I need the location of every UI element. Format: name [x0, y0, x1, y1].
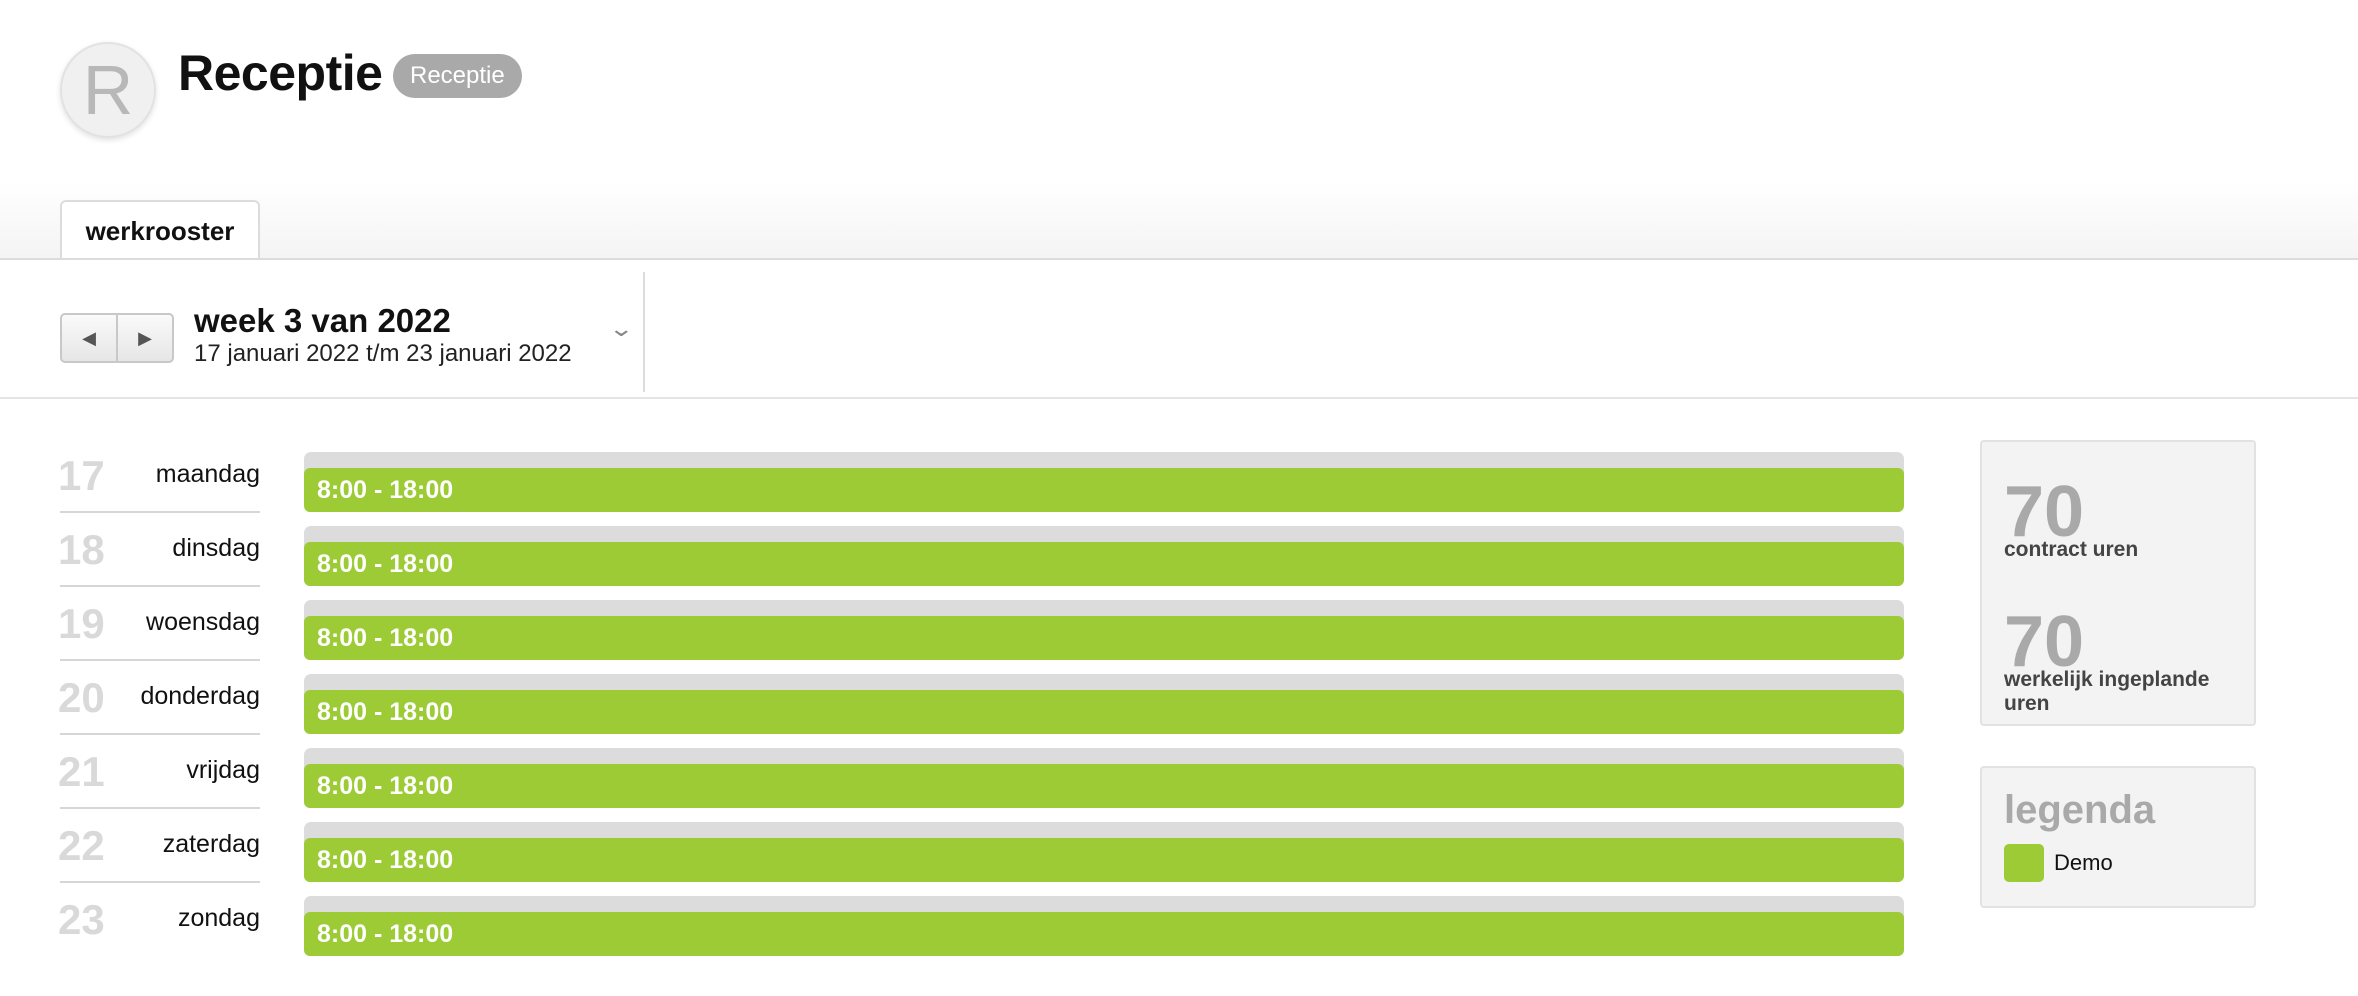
day-number: 19	[58, 600, 105, 647]
shift-bar[interactable]: 8:00 - 18:00	[304, 616, 1904, 660]
day-row: 23 zondag 8:00 - 18:00	[0, 896, 1920, 970]
day-row: 21 vrijdag 8:00 - 18:00	[0, 748, 1920, 822]
shift-bar[interactable]: 8:00 - 18:00	[304, 838, 1904, 882]
role-badge: Receptie	[393, 54, 522, 98]
contract-hours-label: contract uren	[2004, 538, 2139, 561]
day-number: 18	[58, 526, 105, 573]
row-divider	[60, 511, 260, 513]
shift-bar[interactable]: 8:00 - 18:00	[304, 542, 1904, 586]
day-name: vrijdag	[186, 756, 260, 784]
page-header: R Receptie Receptie werkrooster	[0, 0, 2358, 260]
row-divider	[60, 733, 260, 735]
day-row: 17 maandag 8:00 - 18:00	[0, 452, 1920, 526]
row-divider	[60, 585, 260, 587]
week-nav-buttons: ◀ ▶	[60, 313, 174, 363]
row-divider	[60, 807, 260, 809]
day-name: zaterdag	[162, 830, 260, 858]
chevron-down-icon[interactable]: ⌄	[608, 316, 634, 342]
planned-hours-label: werkelijk ingeplande uren	[2004, 668, 2210, 715]
day-name: maandag	[155, 460, 260, 488]
shift-bar[interactable]: 8:00 - 18:00	[304, 912, 1904, 956]
legend-label: Demo	[2054, 850, 2113, 875]
day-number: 20	[58, 674, 105, 721]
shift-bar[interactable]: 8:00 - 18:00	[304, 764, 1904, 808]
legend-swatch	[2004, 844, 2044, 882]
row-divider	[60, 659, 260, 661]
day-row: 20 donderdag 8:00 - 18:00	[0, 674, 1920, 748]
shift-bar[interactable]: 8:00 - 18:00	[304, 468, 1904, 512]
day-number: 23	[58, 896, 105, 943]
legend-panel: legenda Demo	[1980, 766, 2256, 908]
page-title: Receptie	[178, 45, 383, 101]
day-number: 21	[58, 748, 105, 795]
day-number: 22	[58, 822, 105, 869]
toolbar-divider	[643, 272, 645, 392]
legend-title: legenda	[2004, 788, 2156, 832]
day-row: 19 woensdag 8:00 - 18:00	[0, 600, 1920, 674]
day-name: dinsdag	[172, 534, 260, 562]
day-name: woensdag	[146, 608, 260, 636]
day-row: 22 zaterdag 8:00 - 18:00	[0, 822, 1920, 896]
next-week-button[interactable]: ▶	[116, 315, 172, 361]
row-divider	[60, 881, 260, 883]
triangle-left-icon: ◀	[82, 327, 96, 348]
prev-week-button[interactable]: ◀	[62, 315, 116, 361]
shift-bar[interactable]: 8:00 - 18:00	[304, 690, 1904, 734]
day-name: donderdag	[140, 682, 260, 710]
avatar: R	[60, 42, 156, 138]
week-range: 17 januari 2022 t/m 23 januari 2022	[194, 340, 572, 367]
week-toolbar: ◀ ▶ week 3 van 2022 17 januari 2022 t/m …	[0, 258, 2358, 399]
week-title[interactable]: week 3 van 2022	[194, 302, 451, 340]
triangle-right-icon: ▶	[138, 327, 152, 348]
day-row: 18 dinsdag 8:00 - 18:00	[0, 526, 1920, 600]
hours-panel: 70 contract uren 70 werkelijk ingeplande…	[1980, 440, 2256, 726]
day-number: 17	[58, 452, 105, 499]
day-name: zondag	[177, 904, 260, 932]
tab-werkrooster[interactable]: werkrooster	[60, 200, 260, 260]
